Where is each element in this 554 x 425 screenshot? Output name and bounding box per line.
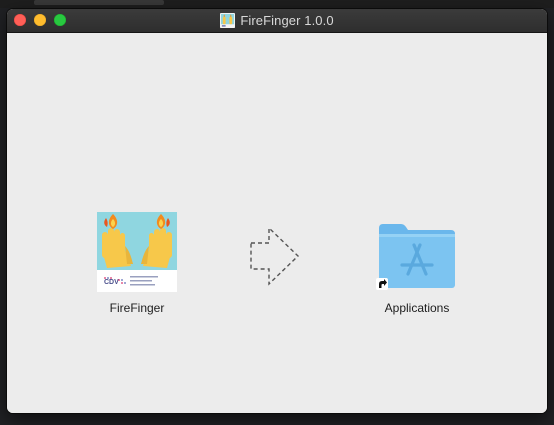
applications-label: Applications [384,301,450,315]
dashed-arrow-right-icon [250,226,300,286]
dmg-content-area: CDV FireFinger Applications [7,33,547,413]
applications-folder-icon[interactable] [377,220,457,290]
title-bar[interactable]: FireFinger 1.0.0 [7,9,547,33]
app-thumbnail-icon [220,13,236,28]
window-title-group: FireFinger 1.0.0 [7,9,547,32]
background-window-strip [0,0,554,8]
svg-text:CDV: CDV [104,279,119,286]
firefinger-app-icon[interactable]: CDV [97,212,177,292]
app-label: FireFinger [109,301,165,315]
window-title: FireFinger 1.0.0 [240,13,334,28]
alias-arrow-icon [376,278,388,290]
background-window-content [34,0,164,5]
installer-window: FireFinger 1.0.0 CDV FireFinger Applicat… [7,9,547,413]
